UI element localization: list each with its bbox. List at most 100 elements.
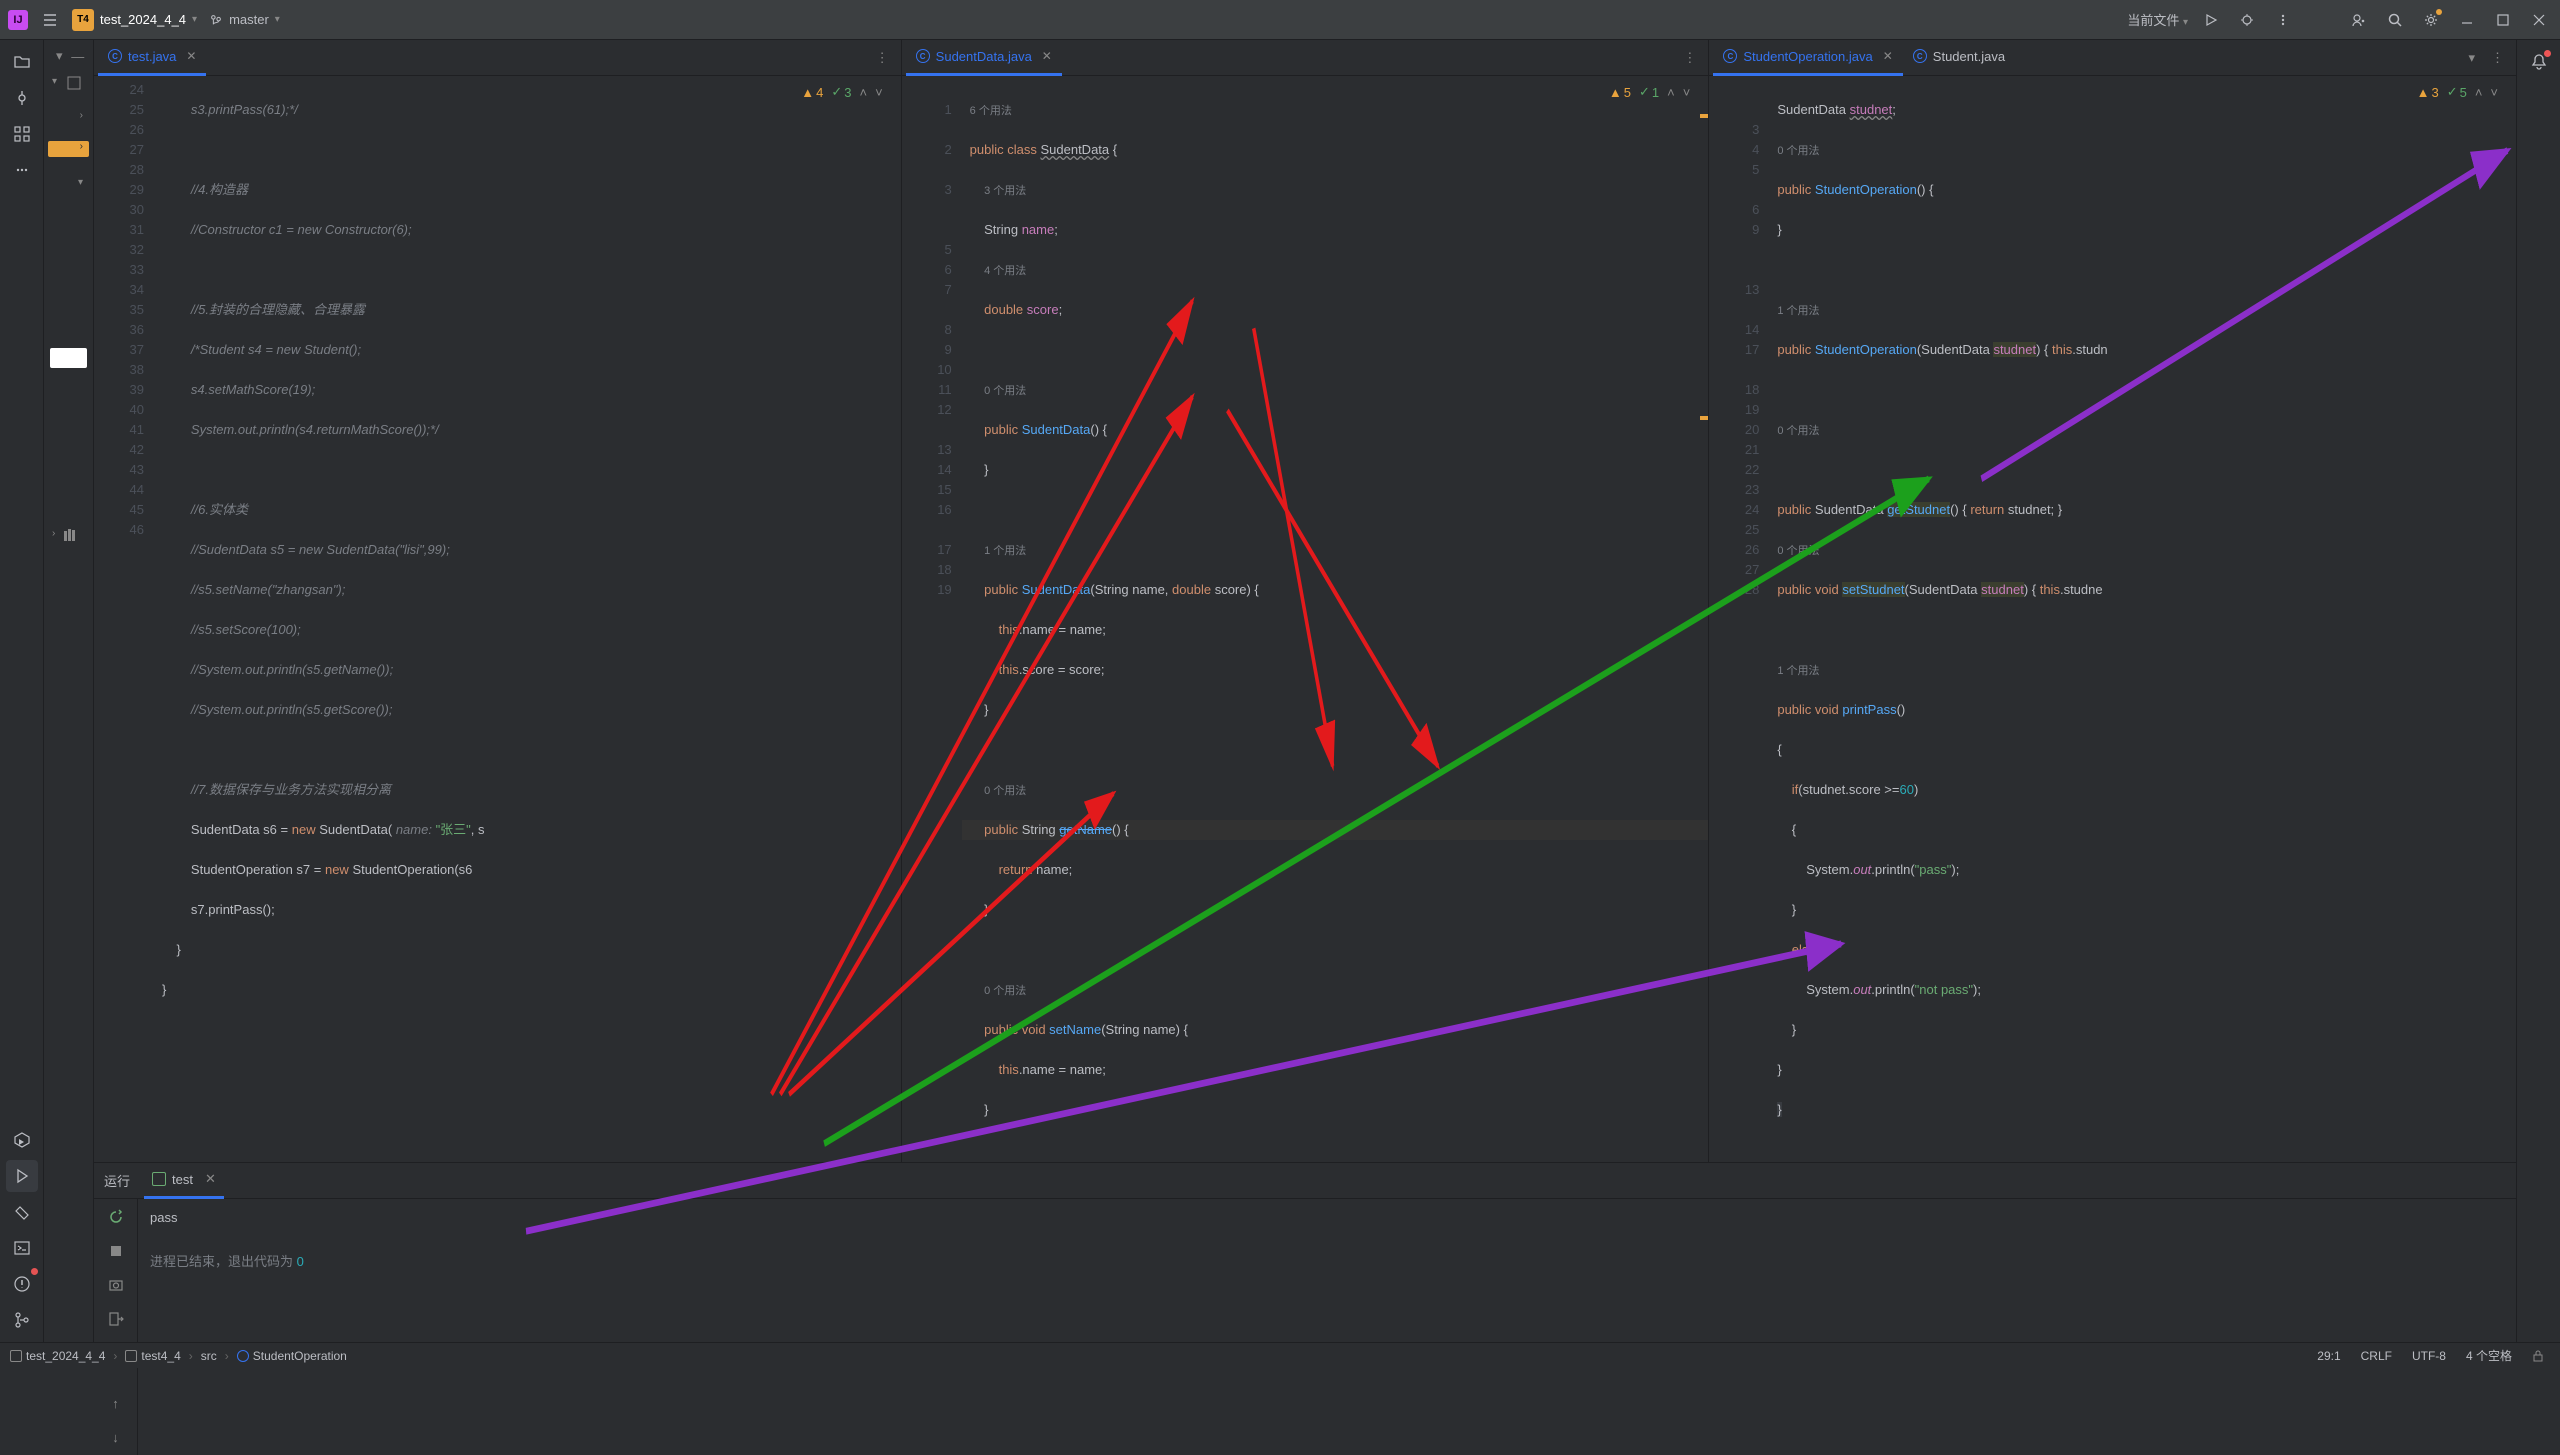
class-icon [237, 1350, 249, 1362]
services-tool-button[interactable] [6, 1124, 38, 1156]
run-config-icon [152, 1172, 166, 1186]
tab-studentoperation-java[interactable]: C StudentOperation.java ✕ [1713, 40, 1902, 76]
run-button[interactable] [2198, 7, 2224, 33]
expand-all-button[interactable]: ▾ [50, 46, 69, 66]
next-highlight[interactable]: ˅ [1683, 85, 1691, 100]
tab-student-java[interactable]: C Student.java [1903, 40, 2015, 76]
exit-button[interactable] [104, 1307, 128, 1331]
collapse-panel-button[interactable]: — [69, 46, 88, 66]
prev-highlight[interactable]: ˄ [1667, 85, 1675, 100]
debug-button[interactable] [2234, 7, 2260, 33]
tree-chevron[interactable]: ▾ [52, 76, 63, 90]
caret-position[interactable]: 29:1 [2311, 1349, 2346, 1363]
vcs-tool-button[interactable] [6, 1304, 38, 1336]
app-root: IJ T4 test_2024_4_4 ▾ master ▾ 当前文件 ▾ [0, 0, 2560, 1368]
problems-tool-button[interactable] [6, 1268, 38, 1300]
class-icon: C [1913, 49, 1927, 63]
more-tools-button[interactable] [6, 154, 38, 186]
settings-button[interactable] [2418, 7, 2444, 33]
search-everywhere-button[interactable] [2382, 7, 2408, 33]
tab-bar-left: C test.java ✕ ⋮ [94, 40, 901, 76]
project-tool-button[interactable] [6, 46, 38, 78]
close-icon[interactable]: ✕ [1883, 49, 1893, 63]
inspections-left[interactable]: ▲ 4 ✓ 3 ˄ ˅ [797, 82, 886, 102]
class-icon: C [108, 49, 122, 63]
tab-bar-middle: C SudentData.java ✕ ⋮ [902, 40, 1709, 76]
snapshot-button[interactable] [104, 1273, 128, 1297]
main-menu-button[interactable] [40, 10, 60, 30]
libs-icon [63, 528, 77, 542]
gutter-middle: 1235678910111213141516171819 [902, 76, 962, 1162]
stop-button[interactable] [104, 1239, 128, 1263]
next-highlight[interactable]: ˅ [2490, 85, 2498, 100]
hint-count: ✓ 3 [831, 84, 851, 100]
next-highlight[interactable]: ˅ [875, 85, 883, 100]
build-tool-button[interactable] [6, 1196, 38, 1228]
exit-line: 进程已结束，退出代码为 0 [150, 1251, 2504, 1273]
scroll-down-button[interactable]: ↓ [104, 1425, 128, 1449]
project-icon: T4 [72, 9, 94, 31]
tree-chevron[interactable]: › [52, 528, 61, 542]
tree-chevron[interactable]: › [48, 141, 89, 157]
inspections-middle[interactable]: ▲ 5 ✓ 1 ˄ ˅ [1605, 82, 1694, 102]
breadcrumb-src[interactable]: src [201, 1349, 217, 1363]
folder-icon [125, 1350, 137, 1362]
left-tool-strip [0, 40, 44, 1342]
code-editor-middle[interactable]: 6 个用法 public class SudentData { 3 个用法 St… [962, 76, 1709, 1162]
tree-chevron[interactable]: › [48, 110, 89, 121]
project-selector[interactable]: T4 test_2024_4_4 ▾ [72, 9, 197, 31]
notifications-button[interactable] [2523, 46, 2555, 78]
tab-more-options[interactable]: ⋮ [1675, 50, 1704, 66]
run-tool-button[interactable] [6, 1160, 38, 1192]
commit-tool-button[interactable] [6, 82, 38, 114]
project-name: test_2024_4_4 [100, 12, 186, 27]
module-icon [67, 76, 81, 90]
inspections-right[interactable]: ▲ 3 ✓ 5 ˄ ˅ [2413, 82, 2502, 102]
file-encoding[interactable]: UTF-8 [2406, 1349, 2452, 1363]
vcs-branch-selector[interactable]: master ▾ [209, 12, 280, 27]
more-run-options[interactable] [2270, 7, 2296, 33]
class-icon: C [916, 49, 930, 63]
tree-chevron[interactable]: ▾ [48, 177, 89, 188]
tab-more-options[interactable]: ⋮ [868, 50, 897, 66]
window-close[interactable] [2526, 7, 2552, 33]
prev-highlight[interactable]: ˄ [859, 85, 867, 100]
run-output[interactable]: pass 进程已结束，退出代码为 0 [138, 1199, 2516, 1455]
close-icon[interactable]: ✕ [186, 49, 196, 63]
selected-tree-item[interactable] [50, 348, 87, 368]
scrollbar-track[interactable] [1698, 76, 1708, 1162]
code-editor-right[interactable]: SudentData studnet; 0 个用法 public Student… [1769, 76, 2516, 1162]
chevron-down-icon: ▾ [275, 14, 280, 25]
title-bar: IJ T4 test_2024_4_4 ▾ master ▾ 当前文件 ▾ [0, 0, 2560, 40]
indent-settings[interactable]: 4 个空格 [2460, 1347, 2518, 1364]
breadcrumb-folder[interactable]: test4_4 [125, 1349, 180, 1363]
tab-test-java[interactable]: C test.java ✕ [98, 40, 206, 76]
terminal-tool-button[interactable] [6, 1232, 38, 1264]
ide-logo-icon: IJ [8, 10, 28, 30]
code-with-me-button[interactable] [2346, 7, 2372, 33]
run-tab-test[interactable]: test ✕ [144, 1163, 224, 1199]
prev-highlight[interactable]: ˄ [2475, 85, 2483, 100]
structure-tool-button[interactable] [6, 118, 38, 150]
close-icon[interactable]: ✕ [1042, 49, 1052, 63]
scroll-up-button[interactable]: ↑ [104, 1391, 128, 1415]
output-line: pass [150, 1207, 2504, 1229]
tab-sudentdata-java[interactable]: C SudentData.java ✕ [906, 40, 1062, 76]
editor-split-right: C StudentOperation.java ✕ C Student.java… [1709, 40, 2516, 1162]
run-config-selector[interactable]: 当前文件 ▾ [2127, 10, 2188, 29]
close-icon[interactable]: ✕ [205, 1171, 216, 1187]
run-gutter: ⋮ ↑ ↓ [94, 1199, 138, 1455]
rerun-button[interactable] [104, 1205, 128, 1229]
tab-label: test.java [128, 49, 176, 64]
code-editor-left[interactable]: s3.printPass(61);*/ //4.构造器 //Constructo… [154, 76, 901, 1162]
tab-overflow[interactable]: ▾ [2460, 50, 2483, 66]
breadcrumb-class[interactable]: StudentOperation [237, 1349, 347, 1363]
tab-more-options[interactable]: ⋮ [2483, 50, 2512, 66]
window-maximize[interactable] [2490, 7, 2516, 33]
hint-count: ✓ 1 [1639, 84, 1659, 100]
line-separator[interactable]: CRLF [2355, 1349, 2398, 1363]
readonly-lock-icon[interactable] [2526, 1350, 2550, 1362]
breadcrumb-module[interactable]: test_2024_4_4 [10, 1349, 105, 1363]
main-body: ▾ — ▾ › › ▾ › C [0, 40, 2560, 1342]
window-minimize[interactable] [2454, 7, 2480, 33]
